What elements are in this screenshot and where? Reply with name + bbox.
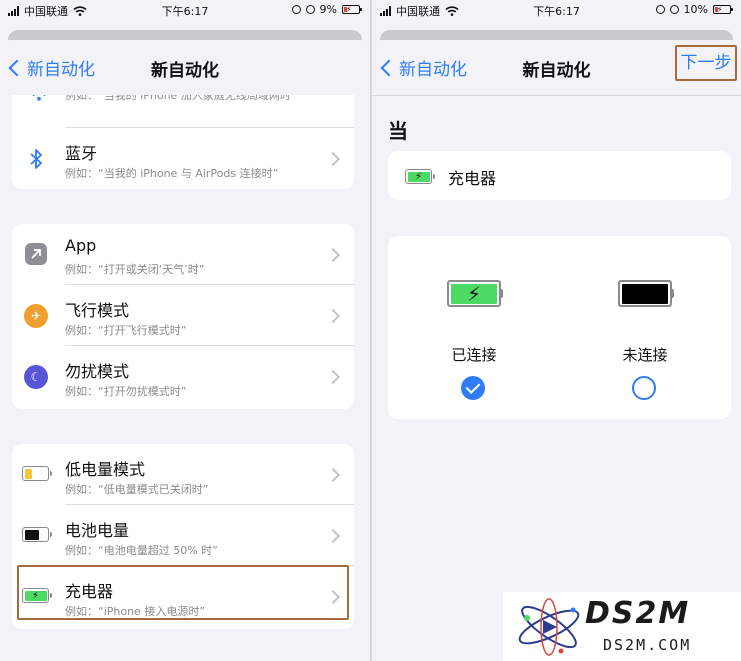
watermark-brand: DS2M [585,596,691,631]
list-item-title: App [65,236,97,255]
list-item-subtitle: 例如：“打开勿扰模式时” [65,385,187,398]
list-item-title: 电池电量 [65,521,130,540]
airplane-icon: ✈ [24,304,48,328]
battery-icon [22,527,52,542]
alarm-icon [669,5,679,14]
left-screen: 中国联通 下午6:17 9% ⚡ 新自动化 新自动化 例如：“当我的 iPhon… [0,0,370,661]
empty-circle-icon[interactable] [632,376,656,400]
list-item-wifi[interactable]: 例如：“当我的 iPhone 加入家庭无线局域网时” [12,95,354,128]
list-item-title: 飞行模式 [65,301,130,320]
checkmark-circle-icon[interactable] [461,376,485,400]
page-title: 新自动化 [151,61,219,81]
group-network: 例如：“当我的 iPhone 加入家庭无线局域网时” 蓝牙 例如：“当我的 iP… [12,95,354,189]
status-bar: 中国联通 下午6:17 10% ⚡ [372,0,741,20]
alarm-icon [305,5,315,14]
wifi-icon [32,95,46,101]
orientation-lock-icon [291,5,301,14]
nav-bar: 新自动化 新自动化 [0,40,370,95]
highlight-box [17,565,349,620]
section-heading: 当 [388,119,408,143]
list-item-app[interactable]: App 例如：“打开或关闭‘天气’时” [12,224,354,285]
battery-icon [618,280,674,307]
status-battery-icon: ⚡ [342,5,362,14]
battery-percent: 10% [683,3,708,16]
list-item-subtitle: 例如：“打开飞行模式时” [65,324,187,337]
chevron-right-icon [325,528,341,544]
option-label: 已连接 [451,346,497,364]
watermark-url: DS2M.COM [603,636,692,654]
right-screen: 中国联通 下午6:17 10% ⚡ 新自动化 新自动化 下一步 当 ⚡ 充电器 … [372,0,741,661]
connection-options: ⚡ 已连接 未连接 [388,236,731,419]
bluetooth-icon [30,149,42,169]
watermark: DS2M DS2M.COM [503,592,741,661]
option-disconnected[interactable]: 未连接 [580,236,710,419]
status-bar: 中国联通 下午6:17 9% ⚡ [0,0,370,20]
moon-icon: ☾ [24,365,48,389]
list-item-title: 低电量模式 [65,460,146,479]
chevron-right-icon [325,369,341,385]
orientation-lock-icon [655,5,665,14]
chevron-right-icon [325,308,341,324]
charging-battery-icon: ⚡ [405,169,435,184]
nav-bar: 新自动化 新自动化 下一步 [372,40,741,96]
status-battery-icon: ⚡ [713,5,733,14]
chevron-right-icon [325,247,341,263]
trigger-card: ⚡ 充电器 [388,151,731,200]
group-apps: App 例如：“打开或关闭‘天气’时” ✈ 飞行模式 例如：“打开飞行模式时” … [12,224,354,409]
list-item-title: 勿扰模式 [65,362,130,381]
list-item-subtitle: 例如：“打开或关闭‘天气’时” [65,263,205,276]
option-label: 未连接 [622,346,668,364]
battery-percent: 9% [319,3,337,16]
list-item-battery-level[interactable]: 电池电量 例如：“电池电量超过 50% 时” [12,505,354,566]
list-item-subtitle: 例如：“当我的 iPhone 与 AirPods 连接时” [65,167,279,180]
list-item-subtitle: 例如：“当我的 iPhone 加入家庭无线局域网时” [65,95,297,102]
atom-logo [518,598,580,656]
list-item-low-power[interactable]: 低电量模式 例如：“低电量模式已关闭时” [12,444,354,505]
chevron-right-icon [325,467,341,483]
chevron-right-icon [325,151,341,167]
list-item-bluetooth[interactable]: 蓝牙 例如：“当我的 iPhone 与 AirPods 连接时” [12,128,354,189]
low-battery-icon [22,466,52,481]
list-item-airplane[interactable]: ✈ 飞行模式 例如：“打开飞行模式时” [12,285,354,346]
charging-battery-icon: ⚡ [447,280,503,307]
list-item-subtitle: 例如：“电池电量超过 50% 时” [65,544,218,557]
list-item-subtitle: 例如：“低电量模式已关闭时” [65,483,209,496]
next-button[interactable]: 下一步 [675,45,737,81]
option-connected[interactable]: ⚡ 已连接 [409,236,539,419]
app-arrow-icon [25,243,47,265]
trigger-label: 充电器 [448,169,497,188]
list-item-dnd[interactable]: ☾ 勿扰模式 例如：“打开勿扰模式时” [12,346,354,407]
list-item-title: 蓝牙 [65,144,98,163]
